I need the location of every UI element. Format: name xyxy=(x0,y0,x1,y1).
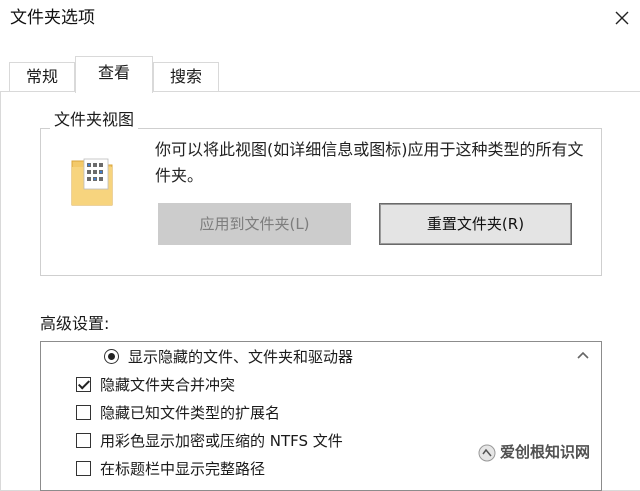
watermark-logo-icon xyxy=(478,444,496,462)
window-title: 文件夹选项 xyxy=(10,8,95,28)
advanced-settings-label: 高级设置: xyxy=(40,314,110,333)
reset-folders-button[interactable]: 重置文件夹(R) xyxy=(379,203,572,245)
tab-label: 搜索 xyxy=(169,67,202,86)
tab-strip: 常规 查看 搜索 xyxy=(0,56,640,93)
tab-general[interactable]: 常规 xyxy=(9,62,75,92)
folder-views-legend: 文件夹视图 xyxy=(50,108,139,132)
close-button[interactable] xyxy=(608,6,636,30)
hide-extensions-label: 隐藏已知文件类型的扩展名 xyxy=(100,404,281,422)
folder-views-description: 你可以将此视图(如详细信息或图标)应用于这种类型的所有文件夹。 xyxy=(155,140,584,185)
watermark-text: 爱创根知识网 xyxy=(500,443,591,461)
full-path-titlebar-checkbox[interactable] xyxy=(76,461,91,476)
tab-search[interactable]: 搜索 xyxy=(153,62,219,92)
title-bar: 文件夹选项 xyxy=(0,0,640,40)
tab-view[interactable]: 查看 xyxy=(75,56,153,93)
show-hidden-files-label: 显示隐藏的文件、文件夹和驱动器 xyxy=(128,348,354,366)
tab-label: 查看 xyxy=(97,63,130,82)
apply-to-folders-button[interactable]: 应用到文件夹(L) xyxy=(158,203,351,245)
color-ntfs-label: 用彩色显示加密或压缩的 NTFS 文件 xyxy=(100,432,343,450)
close-icon xyxy=(615,11,629,25)
hide-merge-conflicts-checkbox[interactable] xyxy=(76,377,91,392)
hide-extensions-checkbox[interactable] xyxy=(76,405,91,420)
full-path-titlebar-label: 在标题栏中显示完整路径 xyxy=(100,460,266,478)
hide-merge-conflicts-label: 隐藏文件夹合并冲突 xyxy=(100,376,236,394)
color-ntfs-checkbox[interactable] xyxy=(76,433,91,448)
folder-view-icon xyxy=(71,158,113,206)
tab-label: 常规 xyxy=(25,67,58,86)
scroll-up-arrow-icon[interactable] xyxy=(575,348,591,362)
show-hidden-files-radio[interactable] xyxy=(104,349,119,364)
